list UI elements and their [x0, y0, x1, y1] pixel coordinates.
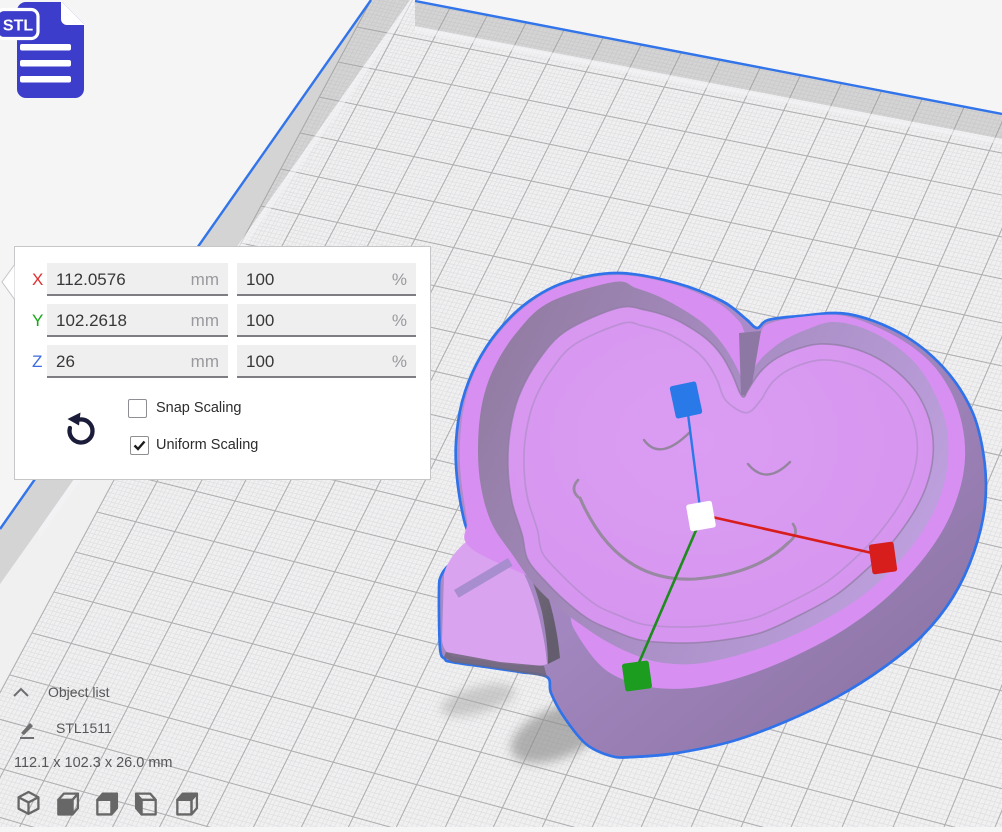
svg-text:STL: STL: [3, 18, 33, 35]
